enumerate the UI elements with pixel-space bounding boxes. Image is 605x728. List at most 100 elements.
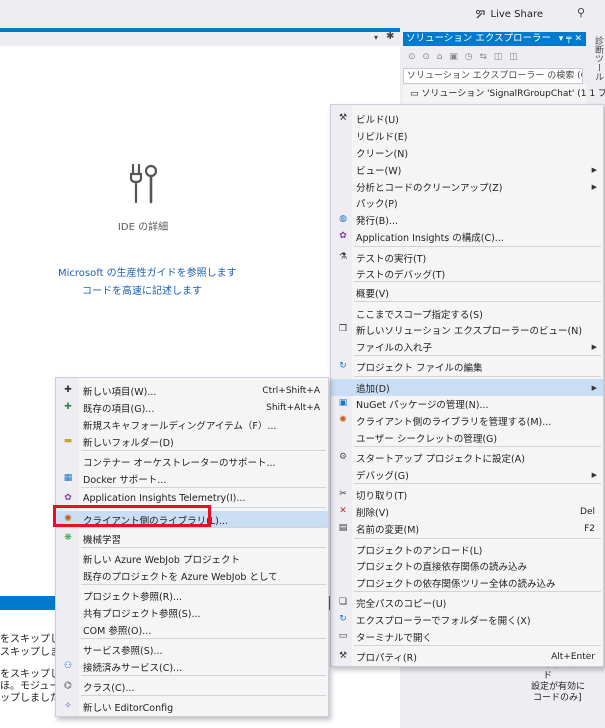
menu-item-label: 発行(B)... bbox=[356, 215, 398, 227]
menu-item-label: 新しい EditorConfig bbox=[83, 702, 174, 714]
menu-item-azure-webjob[interactable]: 既存のプロジェクトを Azure WebJob として bbox=[56, 567, 328, 584]
nuget-icon: ▣ bbox=[338, 398, 348, 408]
write-code-faster-link[interactable]: コードを高速に記述します bbox=[82, 282, 202, 297]
new-folder-icon: ▬ bbox=[63, 436, 73, 446]
menu-item-label: ユーザー シークレットの管理(G) bbox=[356, 433, 498, 445]
menu-separator bbox=[81, 638, 326, 639]
settings-icon[interactable]: ✱ bbox=[386, 31, 394, 42]
menu-separator bbox=[354, 591, 601, 592]
terminal-icon: ▭ bbox=[338, 631, 348, 641]
menu-item-label: NuGet パッケージの管理(N)... bbox=[356, 399, 489, 411]
menu-separator bbox=[354, 645, 601, 646]
live-share-icon bbox=[475, 9, 485, 19]
panel-window-buttons[interactable]: ▾ ╤ ✕ bbox=[559, 32, 582, 46]
menu-item-com-o[interactable]: COM 参照(O)... bbox=[56, 621, 328, 638]
menu-item-add-menu-8[interactable]: ❋ 機械学習 bbox=[56, 530, 328, 547]
live-share-label: Live Share bbox=[490, 8, 543, 20]
menu-separator bbox=[81, 527, 326, 528]
menu-item-m[interactable]: ▤ 名前の変更(M) F2 bbox=[331, 520, 603, 537]
menu-item-v[interactable]: 概要(V) bbox=[331, 284, 603, 301]
menu-item-label: プロジェクト ファイルの編集 bbox=[356, 362, 483, 374]
menu-item-t[interactable]: テストのデバッグ(T) bbox=[331, 265, 603, 282]
menu-item-application-insights-c[interactable]: ✿ Application Insights の構成(C)... bbox=[331, 228, 603, 245]
menu-item-s[interactable]: サービス参照(S)... bbox=[56, 641, 328, 658]
solution-node[interactable]: ▭ ソリューション 'SignalRGroupChat' (1/1 プ bbox=[410, 86, 605, 99]
menu-item-label: プロジェクトの依存関係ツリー全体の読み込み bbox=[356, 578, 556, 590]
menu-item-main-menu-26[interactable]: プロジェクトの依存関係ツリー全体の読み込み bbox=[331, 574, 603, 591]
menu-item-r[interactable]: ⚒ プロパティ(R) Alt+Enter bbox=[331, 648, 603, 665]
menu-item-label: 新しいソリューション エクスプローラーのビュー(N) bbox=[356, 325, 583, 337]
menu-item-t[interactable]: ⚗ テストの実行(T) bbox=[331, 249, 603, 266]
menu-item-b[interactable]: ◍ 発行(B)... bbox=[331, 211, 603, 228]
menu-item-label: サービス参照(S)... bbox=[83, 645, 163, 657]
menu-item-w[interactable]: ビュー(W) ▶ bbox=[331, 161, 603, 178]
menu-item-u[interactable]: ❏ 完全パスのコピー(U) bbox=[331, 594, 603, 611]
menu-item-n[interactable]: ❐ 新しいソリューション エクスプローラーのビュー(N) bbox=[331, 321, 603, 338]
connected-service-icon: ⚇ bbox=[63, 661, 73, 671]
menu-item-a[interactable]: ⚙ スタートアップ プロジェクトに設定(A) bbox=[331, 449, 603, 466]
solution-explorer-toolbar[interactable]: ⊙ ⊙ ⌂ ▣ ◷ ⇆ ◫ ◫ bbox=[403, 47, 586, 67]
editorconfig-icon: ✧ bbox=[64, 701, 72, 711]
menu-item-label: ビルド(U) bbox=[356, 114, 399, 126]
menu-item-label: 新規スキャフォールディングアイテム（F）... bbox=[83, 420, 277, 432]
libman-icon: ✺ bbox=[339, 415, 347, 425]
open-folder-icon: ↻ bbox=[339, 614, 347, 624]
menu-item-azure-webjob[interactable]: 新しい Azure WebJob プロジェクト bbox=[56, 550, 328, 567]
menu-item-main-menu-25[interactable]: プロジェクトの直接依存関係の読み込み bbox=[331, 557, 603, 574]
solution-label: ソリューション 'SignalRGroupChat' (1/1 プ bbox=[421, 89, 605, 99]
menu-item-r[interactable]: プロジェクト参照(R)... bbox=[56, 587, 328, 604]
menu-item-label: Docker サポート... bbox=[83, 474, 167, 486]
menu-item-label: 新しい項目(W)... bbox=[83, 386, 157, 398]
menu-item-docker[interactable]: ▦ Docker サポート... bbox=[56, 470, 328, 487]
menu-item-main-menu-29[interactable]: ▭ ターミナルで開く bbox=[331, 628, 603, 645]
menu-item-add-menu-4[interactable]: コンテナー オーケストレーターのサポート... bbox=[56, 453, 328, 470]
menu-item-main-menu-13[interactable]: ファイルの入れ子 ▶ bbox=[331, 338, 603, 355]
menu-separator bbox=[354, 376, 601, 377]
menu-item-f[interactable]: 新規スキャフォールディングアイテム（F）... bbox=[56, 416, 328, 433]
menu-item-n[interactable]: クリーン(N) bbox=[331, 144, 603, 161]
menu-item-z[interactable]: 分析とコードのクリーンアップ(Z) ▶ bbox=[331, 178, 603, 195]
menu-item-v[interactable]: ✕ 削除(V) Del bbox=[331, 503, 603, 520]
productivity-guide-link[interactable]: Microsoft の生産性ガイドを参照します bbox=[58, 264, 237, 279]
gear-icon: ⚙ bbox=[338, 452, 348, 462]
menu-item-label: Application Insights の構成(C)... bbox=[356, 232, 504, 244]
copy-icon: ❏ bbox=[338, 597, 348, 607]
menu-item-c[interactable]: ⚇ 接続済みサービス(C)... bbox=[56, 658, 328, 675]
menu-item-t[interactable]: ✂ 切り取り(T) bbox=[331, 486, 603, 503]
menu-item-label: COM 参照(O)... bbox=[83, 625, 152, 637]
docker-icon: ▦ bbox=[63, 473, 73, 483]
menu-item-main-menu-14[interactable]: ↻ プロジェクト ファイルの編集 bbox=[331, 358, 603, 375]
menu-item-editorconfig[interactable]: ✧ 新しい EditorConfig bbox=[56, 698, 328, 715]
class-icon: ⌬ bbox=[64, 681, 72, 691]
menu-item-p[interactable]: パック(P) bbox=[331, 194, 603, 211]
menu-item-d[interactable]: ▬ 新しいフォルダー(D) bbox=[56, 433, 328, 450]
shortcut-label: Ctrl+Shift+A bbox=[262, 385, 320, 396]
solution-icon: ▭ bbox=[410, 89, 422, 99]
menu-item-w[interactable]: ✚ 新しい項目(W)... Ctrl+Shift+A bbox=[56, 382, 328, 399]
menu-item-m[interactable]: ✺ クライアント側のライブラリを管理する(M)... bbox=[331, 412, 603, 429]
solution-explorer-search[interactable]: ソリューション エクスプローラー の検索 (Ctrl bbox=[403, 68, 583, 84]
menu-separator bbox=[81, 487, 326, 488]
shortcut-label: Alt+Enter bbox=[551, 651, 595, 662]
menu-item-d[interactable]: 追加(D) ▶ bbox=[331, 379, 603, 396]
highlight-box bbox=[53, 505, 211, 527]
live-share-button[interactable]: Live Share bbox=[475, 7, 543, 21]
pin-icon[interactable]: ⚲ bbox=[577, 6, 591, 20]
menu-item-x[interactable]: ↻ エクスプローラーでフォルダーを開く(X) bbox=[331, 611, 603, 628]
menu-separator bbox=[354, 446, 601, 447]
menu-item-s[interactable]: ここまでスコープ指定する(S) bbox=[331, 305, 603, 322]
menu-item-nuget-n[interactable]: ▣ NuGet パッケージの管理(N)... bbox=[331, 395, 603, 412]
menu-item-g[interactable]: ユーザー シークレットの管理(G) bbox=[331, 429, 603, 446]
menu-item-label: リビルド(E) bbox=[356, 131, 408, 143]
menu-item-s[interactable]: 共有プロジェクト参照(S)... bbox=[56, 604, 328, 621]
shortcut-label: Del bbox=[580, 506, 595, 517]
menu-item-g[interactable]: ✚ 既存の項目(G)... Shift+Alt+A bbox=[56, 399, 328, 416]
menu-item-e[interactable]: リビルド(E) bbox=[331, 127, 603, 144]
menu-item-label: テストの実行(T) bbox=[356, 253, 427, 265]
menu-item-u[interactable]: ⚒ ビルド(U) bbox=[331, 110, 603, 127]
menu-item-c[interactable]: ⌬ クラス(C)... bbox=[56, 678, 328, 695]
menu-item-g[interactable]: デバッグ(G) ▶ bbox=[331, 466, 603, 483]
chevron-down-icon[interactable]: ▾ bbox=[374, 33, 378, 42]
text-line: 設定が有効に bbox=[531, 682, 586, 692]
menu-item-l[interactable]: プロジェクトのアンロード(L) bbox=[331, 541, 603, 558]
